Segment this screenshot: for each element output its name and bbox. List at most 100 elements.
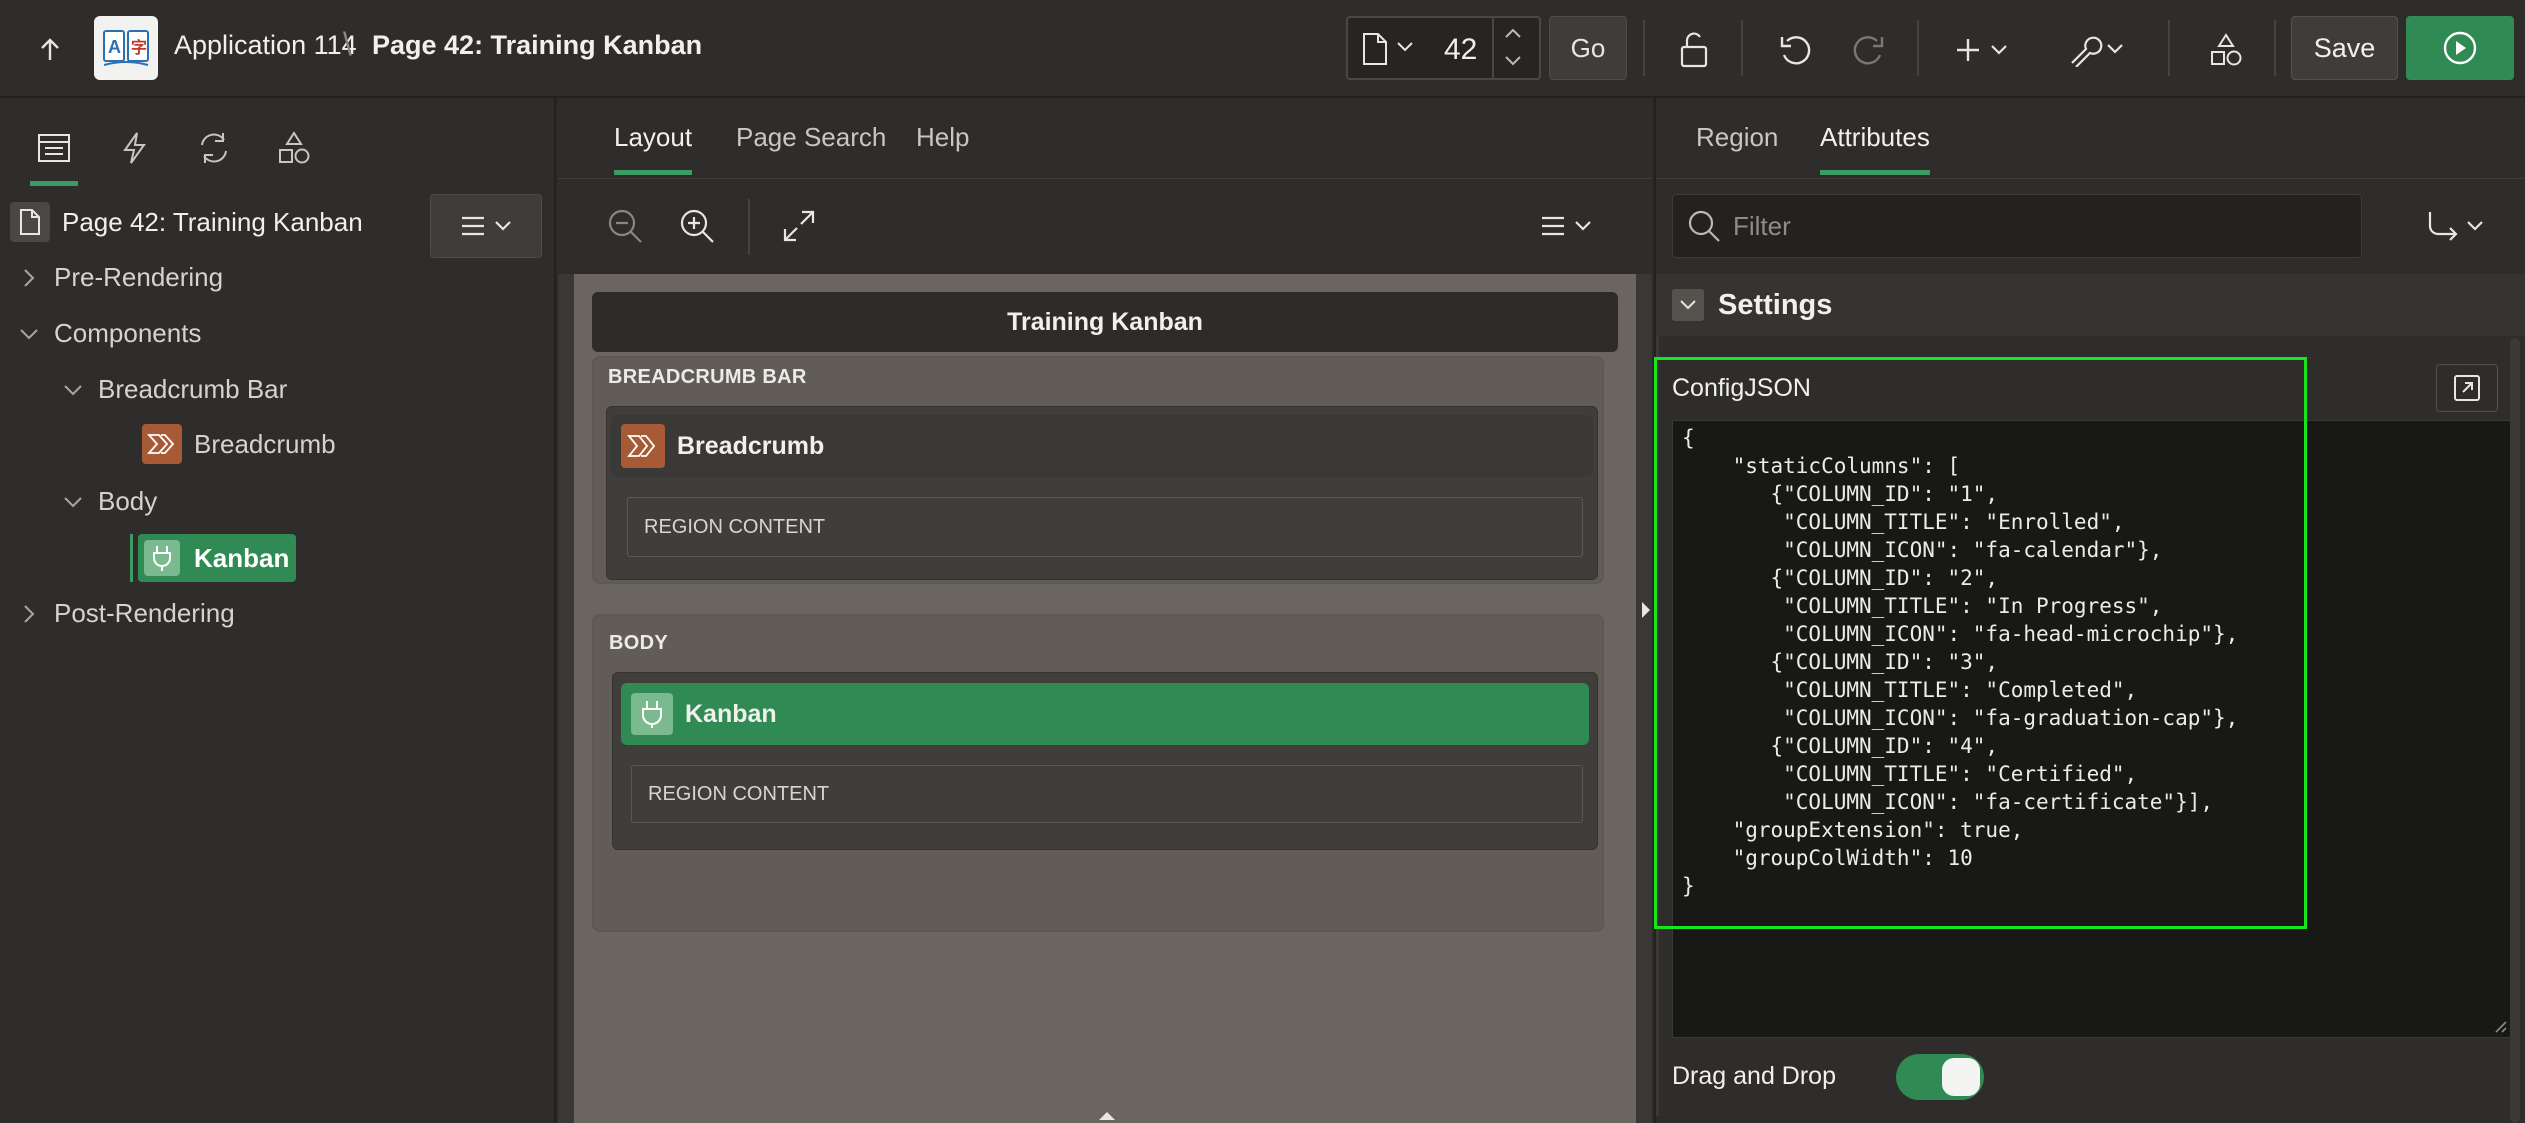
tree-node-kanban[interactable]: Kanban xyxy=(138,534,296,582)
tab-layout[interactable]: Layout xyxy=(614,122,693,175)
expand-editor-button[interactable] xyxy=(2436,364,2498,412)
dynamic-actions-tab[interactable] xyxy=(104,116,164,180)
plugin-icon xyxy=(631,693,673,735)
vertical-scrollbar[interactable] xyxy=(2510,338,2520,1123)
zoom-out-icon[interactable] xyxy=(606,207,644,245)
decrement-icon[interactable] xyxy=(1504,54,1522,68)
go-to-group-icon[interactable] xyxy=(2424,208,2488,244)
plus-icon[interactable] xyxy=(1952,24,2016,76)
go-button[interactable]: Go xyxy=(1549,16,1627,80)
region-title[interactable]: Training Kanban xyxy=(592,292,1618,352)
tree-label: Post-Rendering xyxy=(54,598,235,628)
drag-drop-label: Drag and Drop xyxy=(1672,1062,1836,1090)
menu-icon xyxy=(462,216,511,236)
app-name-link[interactable]: Application 114 xyxy=(174,30,357,61)
save-button[interactable]: Save xyxy=(2291,16,2398,80)
page-number-input[interactable]: 42 xyxy=(1444,33,1477,67)
page-icon xyxy=(10,202,50,242)
tree-node-body[interactable]: Body xyxy=(60,486,157,517)
toggle-knob xyxy=(1942,1058,1980,1096)
region-content: REGION CONTENT xyxy=(627,497,1583,557)
tree-node-breadcrumb-bar[interactable]: Breadcrumb Bar xyxy=(60,374,287,405)
settings-group-header[interactable]: Settings xyxy=(1656,274,2525,336)
arrow-up-icon[interactable] xyxy=(26,26,74,74)
svg-text:A: A xyxy=(108,37,121,57)
collapse-right-handle[interactable] xyxy=(1640,600,1652,620)
filter-field[interactable] xyxy=(1672,194,2362,258)
tree-node-components[interactable]: Components xyxy=(16,318,201,349)
page-title: Page 42: Training Kanban xyxy=(372,30,703,60)
tab-page-search[interactable]: Page Search xyxy=(736,122,886,153)
layout-menu-icon[interactable] xyxy=(1538,213,1598,239)
breadcrumb-icon xyxy=(621,424,665,468)
expand-icon[interactable] xyxy=(782,209,816,243)
top-toolbar: A 字 Application 114 \ Page 42: Training … xyxy=(0,0,2525,98)
filter-input[interactable] xyxy=(1733,210,2333,242)
layout-toolbar xyxy=(558,178,1652,274)
breadcrumb-icon xyxy=(142,424,182,464)
slot-label: BODY xyxy=(609,632,668,654)
tree-label: Body xyxy=(98,486,158,516)
shared-components-tab[interactable] xyxy=(264,116,324,180)
increment-icon[interactable] xyxy=(1504,26,1522,40)
tree-node-pre-rendering[interactable]: Pre-Rendering xyxy=(16,262,223,293)
tab-help[interactable]: Help xyxy=(916,122,969,153)
tree-node-breadcrumb[interactable]: Breadcrumb xyxy=(142,424,336,464)
tree-root-page[interactable]: Page 42: Training Kanban xyxy=(10,202,363,242)
settings-title: Settings xyxy=(1718,288,1833,321)
tree-root-label: Page 42: Training Kanban xyxy=(62,206,363,237)
tree-label: Kanban xyxy=(194,542,290,573)
chevron-down-icon[interactable] xyxy=(16,321,42,347)
tab-attributes[interactable]: Attributes xyxy=(1820,122,1930,175)
shapes-icon[interactable] xyxy=(2200,24,2252,76)
lock-icon[interactable] xyxy=(1668,24,1720,76)
breadcrumb-separator: \ xyxy=(343,26,352,62)
component-label: Kanban xyxy=(685,699,777,728)
chevron-right-icon[interactable] xyxy=(16,601,42,627)
page-selector[interactable]: 42 xyxy=(1346,16,1541,80)
tree-label: Components xyxy=(54,318,202,348)
chevron-down-icon[interactable] xyxy=(60,489,86,515)
tree-label: Pre-Rendering xyxy=(54,262,224,292)
redo-icon[interactable] xyxy=(1842,24,1894,76)
drag-drop-toggle[interactable] xyxy=(1896,1054,1984,1100)
chevron-down-icon[interactable] xyxy=(1672,289,1704,321)
chevron-down-icon[interactable] xyxy=(60,377,86,403)
center-tabs: Layout Page Search Help xyxy=(558,98,1652,178)
run-button[interactable] xyxy=(2406,16,2514,80)
breadcrumb-component[interactable]: Breadcrumb REGION CONTENT xyxy=(606,406,1598,580)
config-json-label: ConfigJSON xyxy=(1672,374,1811,402)
zoom-in-icon[interactable] xyxy=(678,207,716,245)
breadcrumb-component-header[interactable]: Breadcrumb xyxy=(611,415,1593,477)
chevron-down-icon[interactable] xyxy=(1396,40,1414,54)
tree-node-post-rendering[interactable]: Post-Rendering xyxy=(16,598,235,629)
rendering-tab[interactable] xyxy=(24,116,84,186)
resize-handle[interactable] xyxy=(2492,1018,2508,1034)
group-accent xyxy=(1656,336,1659,1116)
property-editor: Region Attributes Settings ConfigJSON { … xyxy=(1654,98,2525,1123)
processing-tab[interactable] xyxy=(184,116,244,180)
kanban-component[interactable]: Kanban REGION CONTENT xyxy=(612,672,1598,850)
app-logo-icon[interactable]: A 字 xyxy=(94,16,158,80)
wrench-icon[interactable] xyxy=(2066,24,2130,76)
tab-region[interactable]: Region xyxy=(1696,122,1778,153)
kanban-component-header[interactable]: Kanban xyxy=(621,683,1589,745)
plugin-icon xyxy=(144,540,180,576)
config-json-value[interactable]: { "staticColumns": [ {"COLUMN_ID": "1", … xyxy=(1682,424,2238,900)
page-icon xyxy=(1362,32,1388,66)
search-icon xyxy=(1688,210,1720,242)
page-tree-panel: Page 42: Training Kanban Pre-Rendering C… xyxy=(0,98,556,1123)
svg-text:字: 字 xyxy=(131,38,147,57)
collapse-bottom-handle[interactable] xyxy=(1097,1110,1117,1122)
component-label: Breadcrumb xyxy=(677,431,825,460)
tree-label: Breadcrumb xyxy=(194,428,336,459)
run-icon xyxy=(2443,31,2477,65)
expand-icon xyxy=(2454,375,2480,401)
tree-menu-button[interactable] xyxy=(430,194,542,258)
layout-panel: Layout Page Search Help xyxy=(558,98,1652,1123)
slot-label: BREADCRUMB BAR xyxy=(608,366,807,388)
region-content: REGION CONTENT xyxy=(631,765,1583,823)
undo-icon[interactable] xyxy=(1770,24,1822,76)
chevron-right-icon[interactable] xyxy=(16,265,42,291)
tree-label: Breadcrumb Bar xyxy=(98,374,288,404)
